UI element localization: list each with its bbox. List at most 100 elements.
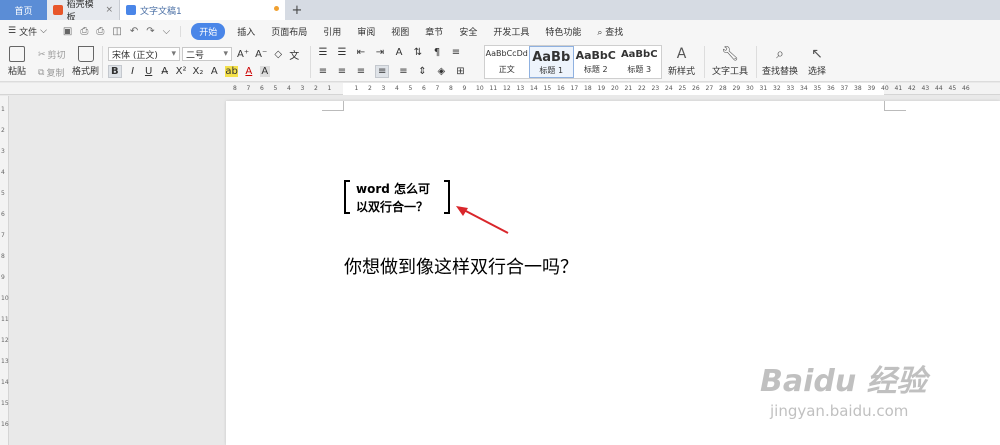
ruler-tick-label: 22 (638, 85, 646, 92)
menu-bar: ☰ 文件 ⌵ ▣ ⎙ ⎙ ◫ ↶ ↷ ⌵ 开始 插入 页面布局 引用 审阅 视图… (0, 20, 1000, 42)
new-style-button[interactable]: A 新样式 (668, 46, 695, 77)
find-replace-button[interactable]: ⌕ 查找替换 (762, 46, 798, 77)
bullet-list-icon[interactable]: ☰ (318, 47, 328, 58)
paste-button[interactable]: 粘贴 (8, 46, 26, 77)
highlight-icon[interactable]: ab (225, 66, 238, 77)
font-name-select[interactable]: 宋体 (正文) ▾ (108, 47, 180, 61)
chevron-down-icon[interactable]: ⌵ (163, 26, 171, 37)
undo-icon[interactable]: ↶ (130, 26, 138, 37)
menu-home[interactable]: 开始 (191, 22, 226, 40)
cursor-icon: ↖ (811, 46, 823, 62)
ruler-tick-label: 24 (665, 85, 673, 92)
ruler-tick-label: 17 (570, 85, 579, 92)
line-spacing-icon[interactable]: ⇕ (417, 66, 427, 77)
italic-icon[interactable]: I (128, 66, 138, 77)
menu-section[interactable]: 章节 (417, 25, 451, 38)
separator (310, 46, 311, 78)
paste-label: 粘贴 (8, 67, 27, 77)
chevron-down-icon: ▾ (171, 49, 176, 59)
search-icon: ⌕ (597, 27, 603, 38)
close-icon[interactable]: × (105, 5, 113, 15)
ruler-tick-label: 21 (624, 85, 633, 92)
tab-template[interactable]: 稻壳模板 × (47, 0, 120, 23)
ruler-tick-label: 45 (948, 85, 957, 92)
font-color-icon[interactable]: A (244, 66, 254, 77)
underline-icon[interactable]: U (144, 66, 154, 77)
ruler-tick-label: 41 (894, 85, 903, 92)
style-heading-2[interactable]: AaBbC 标题 2 (574, 46, 618, 78)
char-shading-icon[interactable]: A (259, 66, 270, 77)
menu-review[interactable]: 审阅 (349, 25, 383, 38)
sort-icon[interactable]: ⇅ (413, 47, 423, 58)
menu-view[interactable]: 视图 (383, 25, 417, 38)
body-paragraph[interactable]: 你想做到像这样双行合一吗？ (344, 253, 578, 279)
ruler-tick-label: 13 (516, 85, 525, 92)
tab-document[interactable]: 文字文稿1 (120, 0, 285, 20)
menu-search[interactable]: ⌕ 查找 (589, 25, 631, 38)
menu-developer[interactable]: 开发工具 (485, 25, 537, 38)
cut-button[interactable]: ✂ 剪切 (38, 48, 66, 62)
show-marks-icon[interactable]: ¶ (432, 47, 442, 58)
increase-indent-icon[interactable]: ⇥ (375, 47, 385, 58)
style-heading-3[interactable]: AaBbC 标题 3 (618, 46, 662, 78)
margin-corner-top-left (322, 101, 344, 111)
numbered-list-icon[interactable]: ☰ (337, 47, 347, 58)
redo-icon[interactable]: ↷ (146, 26, 154, 37)
combined-characters[interactable]: word 怎么可 以双行合一？ (344, 178, 456, 216)
new-style-icon: A (676, 46, 687, 62)
copy-icon: ⧉ (38, 67, 45, 78)
justify-icon[interactable]: ≡ (375, 65, 390, 78)
decrease-indent-icon[interactable]: ⇤ (356, 47, 366, 58)
grow-font-icon[interactable]: A⁺ (237, 49, 249, 60)
paragraph-tools-top: ☰ ☰ ⇤ ⇥ A ⇅ ¶ ≡ (318, 47, 461, 58)
chevron-down-icon: ▾ (223, 49, 228, 59)
file-menu[interactable]: ☰ 文件 ⌵ (8, 25, 53, 38)
save-icon[interactable]: ▣ (63, 26, 72, 37)
watermark-main: Baidu 经验 (760, 364, 927, 399)
print-icon[interactable]: ⎙ (96, 26, 104, 37)
copy-button[interactable]: ⧉ 复制 (38, 66, 64, 80)
menu-references[interactable]: 引用 (315, 25, 349, 38)
vertical-ruler[interactable]: 1 2 3 4 5 6 7 8 9 10 11 12 13 14 15 16 (0, 96, 9, 445)
ruler-tick-label: 9 (462, 85, 467, 92)
export-pdf-icon[interactable]: ⎙ (80, 26, 88, 37)
align-center-icon[interactable]: ≡ (337, 66, 347, 77)
superscript-icon[interactable]: X² (176, 66, 187, 77)
menu-insert[interactable]: 插入 (229, 25, 263, 38)
separator (756, 46, 757, 78)
print-preview-icon[interactable]: ◫ (112, 26, 121, 37)
ruler-tick-label: 23 (651, 85, 660, 92)
clear-format-icon[interactable]: ◇ (273, 49, 283, 60)
borders-icon[interactable]: ⊞ (455, 66, 465, 77)
distributed-icon[interactable]: ≡ (398, 66, 408, 77)
strikethrough-icon[interactable]: A̶ (160, 66, 170, 77)
ruler-tick-label: 6 (260, 85, 264, 92)
font-size-select[interactable]: 二号 ▾ (182, 47, 232, 61)
menu-page-layout[interactable]: 页面布局 (263, 25, 315, 38)
new-tab-button[interactable]: + (285, 0, 309, 20)
style-heading-1[interactable]: AaBb 标题 1 (528, 46, 574, 78)
align-right-icon[interactable]: ≡ (356, 66, 366, 77)
menu-security[interactable]: 安全 (451, 25, 485, 38)
text-effect-icon[interactable]: A (209, 66, 219, 77)
horizontal-ruler[interactable]: 8 7 6 5 4 3 2 1 1 2 3 4 5 6 7 8 9 10 11 12 13 14 15 16 17 18 19 20 2… (0, 83, 1000, 95)
style-normal[interactable]: AaBbCcDd 正文 (485, 46, 529, 78)
ruler-tick-label: 1 (354, 85, 359, 92)
menu-features[interactable]: 特色功能 (537, 25, 589, 38)
line-spacing-icon[interactable]: ≡ (451, 47, 461, 58)
bold-icon[interactable]: B (108, 65, 122, 78)
format-painter-button[interactable]: 格式刷 (72, 46, 99, 77)
shrink-font-icon[interactable]: A⁻ (255, 49, 267, 60)
ruler-tick-label: 10 (476, 85, 484, 92)
text-tools-button[interactable]: 🔧︎ 文字工具 (712, 46, 748, 77)
ruler-tick-label: 3 (381, 85, 386, 92)
chinese-layout-icon[interactable]: A (394, 47, 404, 58)
select-button[interactable]: ↖ 选择 (808, 46, 826, 77)
ruler-tick-label: 35 (813, 85, 822, 92)
tab-home[interactable]: 首页 (0, 0, 47, 20)
shading-icon[interactable]: ◈ (436, 66, 446, 77)
ruler-tick-label: 20 (611, 85, 619, 92)
align-left-icon[interactable]: ≡ (318, 66, 328, 77)
subscript-icon[interactable]: X₂ (192, 66, 203, 77)
phonetic-guide-icon[interactable]: 文 (289, 47, 299, 62)
